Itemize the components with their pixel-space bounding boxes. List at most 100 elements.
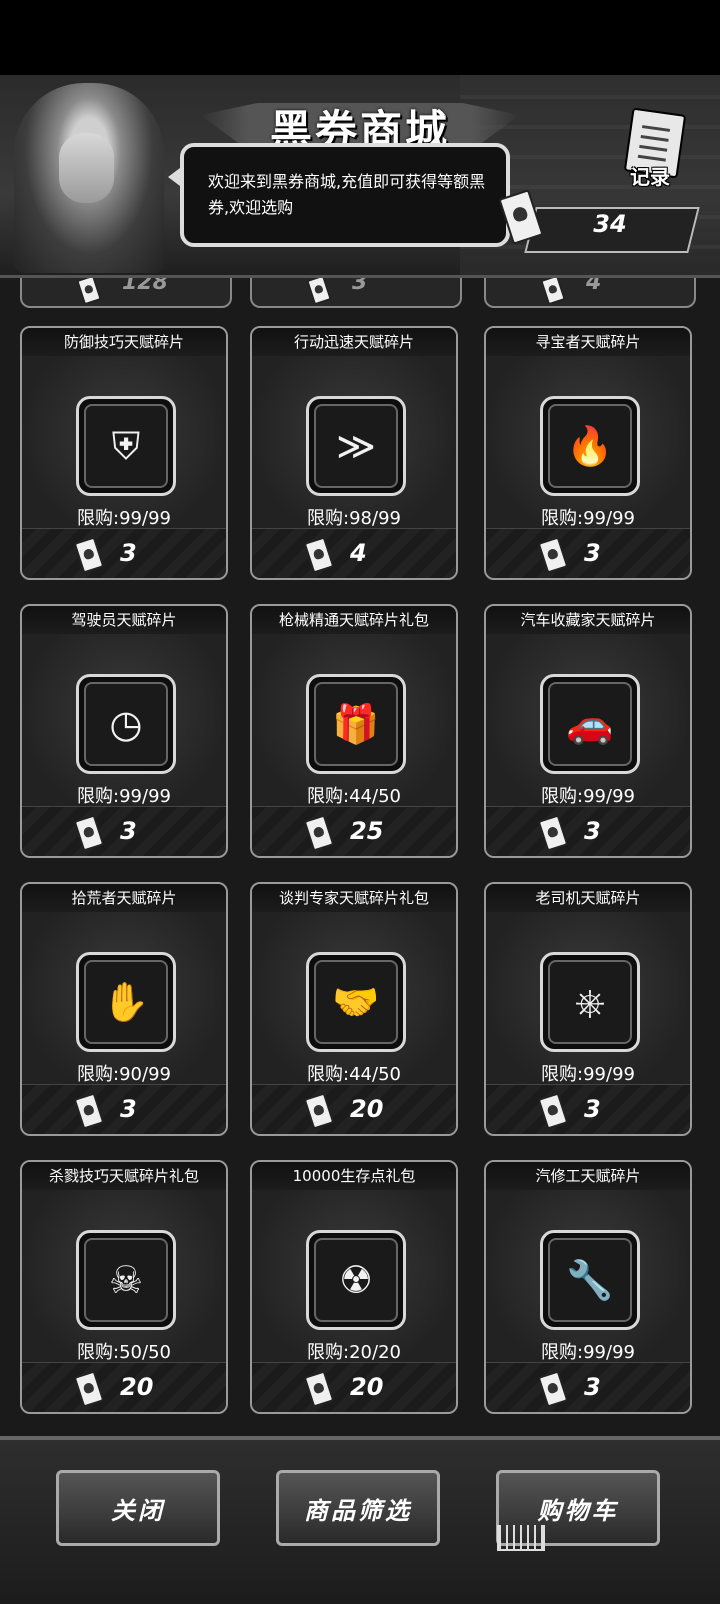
partial-card[interactable]: 4 xyxy=(484,278,696,308)
product-icon-frame: ☠ xyxy=(76,1230,176,1330)
partial-price: 4 xyxy=(586,278,602,295)
product-icon-frame: 🤝 xyxy=(306,952,406,1052)
ticket-icon xyxy=(303,1370,335,1408)
partial-price: 3 xyxy=(352,278,368,295)
product-name: 老司机天赋碎片 xyxy=(486,884,690,912)
product-body: 🚗 限购:99/99 xyxy=(486,634,690,807)
ticket-icon xyxy=(537,1092,569,1130)
ticket-icon xyxy=(303,1092,335,1130)
product-card[interactable]: 杀戮技巧天赋碎片礼包 ☠ 限购:50/50 20 xyxy=(20,1160,228,1414)
shield-arrow-icon: ⛨ xyxy=(84,404,168,488)
purchase-limit: 限购:99/99 xyxy=(541,786,635,807)
price-bar[interactable]: 3 xyxy=(22,1084,226,1134)
purchase-limit: 限购:99/99 xyxy=(541,1064,635,1085)
black-ticket-icon xyxy=(498,189,545,251)
purchase-limit: 限购:99/99 xyxy=(541,1342,635,1363)
product-body: 🔧 限购:99/99 xyxy=(486,1190,690,1363)
product-body: ◷ 限购:99/99 xyxy=(22,634,226,807)
product-name: 行动迅速天赋碎片 xyxy=(252,328,456,356)
gift-10000-icon: ☢ xyxy=(314,1238,398,1322)
ticket-icon xyxy=(76,278,102,305)
product-icon-frame: ◷ xyxy=(76,674,176,774)
price-bar[interactable]: 20 xyxy=(252,1084,456,1134)
product-name: 寻宝者天赋碎片 xyxy=(486,328,690,356)
product-card[interactable]: 汽修工天赋碎片 🔧 限购:99/99 3 xyxy=(484,1160,692,1414)
hand-bag-icon: ✋ xyxy=(84,960,168,1044)
purchase-limit: 限购:99/99 xyxy=(77,508,171,529)
purchase-limit: 限购:99/99 xyxy=(541,508,635,529)
product-card[interactable]: 寻宝者天赋碎片 🔥 限购:99/99 3 xyxy=(484,326,692,580)
price-bar[interactable]: 3 xyxy=(22,806,226,856)
price-bar[interactable]: 3 xyxy=(486,528,690,578)
purchase-limit: 限购:44/50 xyxy=(307,1064,401,1085)
npc-portrait xyxy=(14,83,164,273)
product-card[interactable]: 老司机天赋碎片 ⎈ 限购:99/99 3 xyxy=(484,882,692,1136)
product-card[interactable]: 谈判专家天赋碎片礼包 🤝 限购:44/50 20 xyxy=(250,882,458,1136)
product-grid[interactable]: 128 3 4 防御技巧天赋碎片 ⛨ 限购:99/99 3 行动迅速天赋碎片 ≫ 限购:98… xyxy=(0,278,720,1436)
ticket-icon xyxy=(73,1092,105,1130)
product-name: 10000生存点礼包 xyxy=(252,1162,456,1190)
price-bar[interactable]: 3 xyxy=(486,806,690,856)
ticket-icon xyxy=(306,278,332,305)
product-card[interactable]: 防御技巧天赋碎片 ⛨ 限购:99/99 3 xyxy=(20,326,228,580)
price-bar[interactable]: 20 xyxy=(252,1362,456,1412)
product-icon-frame: 🚗 xyxy=(540,674,640,774)
product-body: 🤝 限购:44/50 xyxy=(252,912,456,1085)
product-icon-frame: ☢ xyxy=(306,1230,406,1330)
ticket-icon xyxy=(540,278,566,305)
speech-bubble: 欢迎来到黑券商城,充值即可获得等额黑券,欢迎选购 xyxy=(180,143,510,247)
product-name: 汽修工天赋碎片 xyxy=(486,1162,690,1190)
product-price: 25 xyxy=(350,817,384,845)
price-bar[interactable]: 3 xyxy=(22,528,226,578)
product-body: 🔥 限购:99/99 xyxy=(486,356,690,529)
ticket-icon xyxy=(73,1370,105,1408)
product-card[interactable]: 行动迅速天赋碎片 ≫ 限购:98/99 4 xyxy=(250,326,458,580)
product-body: ✋ 限购:90/99 xyxy=(22,912,226,1085)
dash-icon: ≫ xyxy=(314,404,398,488)
purchase-limit: 限购:98/99 xyxy=(307,508,401,529)
price-bar[interactable]: 3 xyxy=(486,1362,690,1412)
product-card[interactable]: 枪械精通天赋碎片礼包 🎁 限购:44/50 25 xyxy=(250,604,458,858)
product-card[interactable]: 汽车收藏家天赋碎片 🚗 限购:99/99 3 xyxy=(484,604,692,858)
records-button[interactable]: 记录 xyxy=(620,105,690,195)
product-icon-frame: ⛨ xyxy=(76,396,176,496)
product-price: 3 xyxy=(120,817,137,845)
product-price: 20 xyxy=(120,1373,154,1401)
gift-weapon-icon: 🎁 xyxy=(314,682,398,766)
price-bar[interactable]: 4 xyxy=(252,528,456,578)
npc-face xyxy=(59,133,114,203)
product-card[interactable]: 10000生存点礼包 ☢ 限购:20/20 20 xyxy=(250,1160,458,1414)
partial-card[interactable]: 3 xyxy=(250,278,462,308)
product-body: ☢ 限购:20/20 xyxy=(252,1190,456,1363)
footer-bar: 关闭 商品筛选 购物车 xyxy=(0,1436,720,1604)
steering-wheel-icon: ⎈ xyxy=(548,960,632,1044)
product-name: 驾驶员天赋碎片 xyxy=(22,606,226,634)
balance-value: 34 xyxy=(593,210,627,238)
product-price: 3 xyxy=(584,1373,601,1401)
price-bar[interactable]: 25 xyxy=(252,806,456,856)
product-icon-frame: 🔧 xyxy=(540,1230,640,1330)
purchase-limit: 限购:50/50 xyxy=(77,1342,171,1363)
partial-price: 128 xyxy=(122,278,168,295)
records-label: 记录 xyxy=(630,165,670,189)
product-price: 20 xyxy=(350,1373,384,1401)
cart-button[interactable]: 购物车 xyxy=(496,1470,660,1551)
top-bar xyxy=(0,0,720,75)
product-body: ≫ 限购:98/99 xyxy=(252,356,456,529)
product-body: 🎁 限购:44/50 xyxy=(252,634,456,807)
price-bar[interactable]: 20 xyxy=(22,1362,226,1412)
partial-card[interactable]: 128 xyxy=(20,278,232,308)
product-icon-frame: ⎈ xyxy=(540,952,640,1052)
cart-icon xyxy=(497,1525,545,1551)
product-name: 枪械精通天赋碎片礼包 xyxy=(252,606,456,634)
sports-car-icon: 🚗 xyxy=(548,682,632,766)
close-button[interactable]: 关闭 xyxy=(56,1470,220,1546)
product-price: 3 xyxy=(584,1095,601,1123)
product-card[interactable]: 驾驶员天赋碎片 ◷ 限购:99/99 3 xyxy=(20,604,228,858)
price-bar[interactable]: 3 xyxy=(486,1084,690,1134)
gift-handshake-icon: 🤝 xyxy=(314,960,398,1044)
cart-label: 购物车 xyxy=(537,1496,619,1525)
product-card[interactable]: 拾荒者天赋碎片 ✋ 限购:90/99 3 xyxy=(20,882,228,1136)
product-price: 3 xyxy=(120,1095,137,1123)
filter-button[interactable]: 商品筛选 xyxy=(276,1470,440,1546)
